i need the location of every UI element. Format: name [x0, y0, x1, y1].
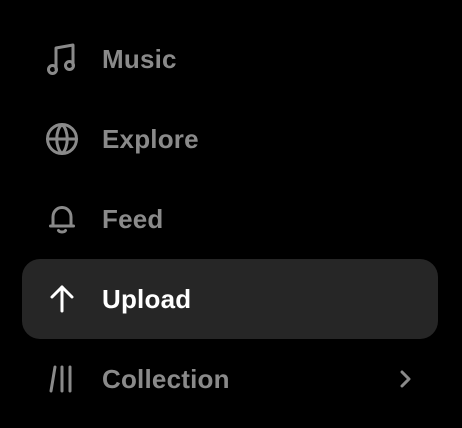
sidebar-item-feed[interactable]: Feed: [22, 179, 438, 259]
sidebar-item-label: Explore: [102, 123, 199, 154]
sidebar-item-label: Music: [102, 43, 177, 74]
globe-icon: [44, 121, 80, 157]
sidebar-item-collection[interactable]: Collection: [22, 339, 438, 419]
library-icon: [44, 361, 80, 397]
music-note-icon: [44, 41, 80, 77]
arrow-up-icon: [44, 281, 80, 317]
sidebar-item-label: Upload: [102, 283, 192, 314]
chevron-right-icon: [396, 365, 416, 393]
sidebar-item-upload[interactable]: Upload: [22, 259, 438, 339]
sidebar-item-label: Feed: [102, 203, 164, 234]
sidebar-item-music[interactable]: Music: [22, 19, 438, 99]
bell-icon: [44, 201, 80, 237]
sidebar-nav: Music Explore Feed Upload Collection: [0, 0, 462, 428]
sidebar-item-explore[interactable]: Explore: [22, 99, 438, 179]
sidebar-item-label: Collection: [102, 363, 230, 394]
